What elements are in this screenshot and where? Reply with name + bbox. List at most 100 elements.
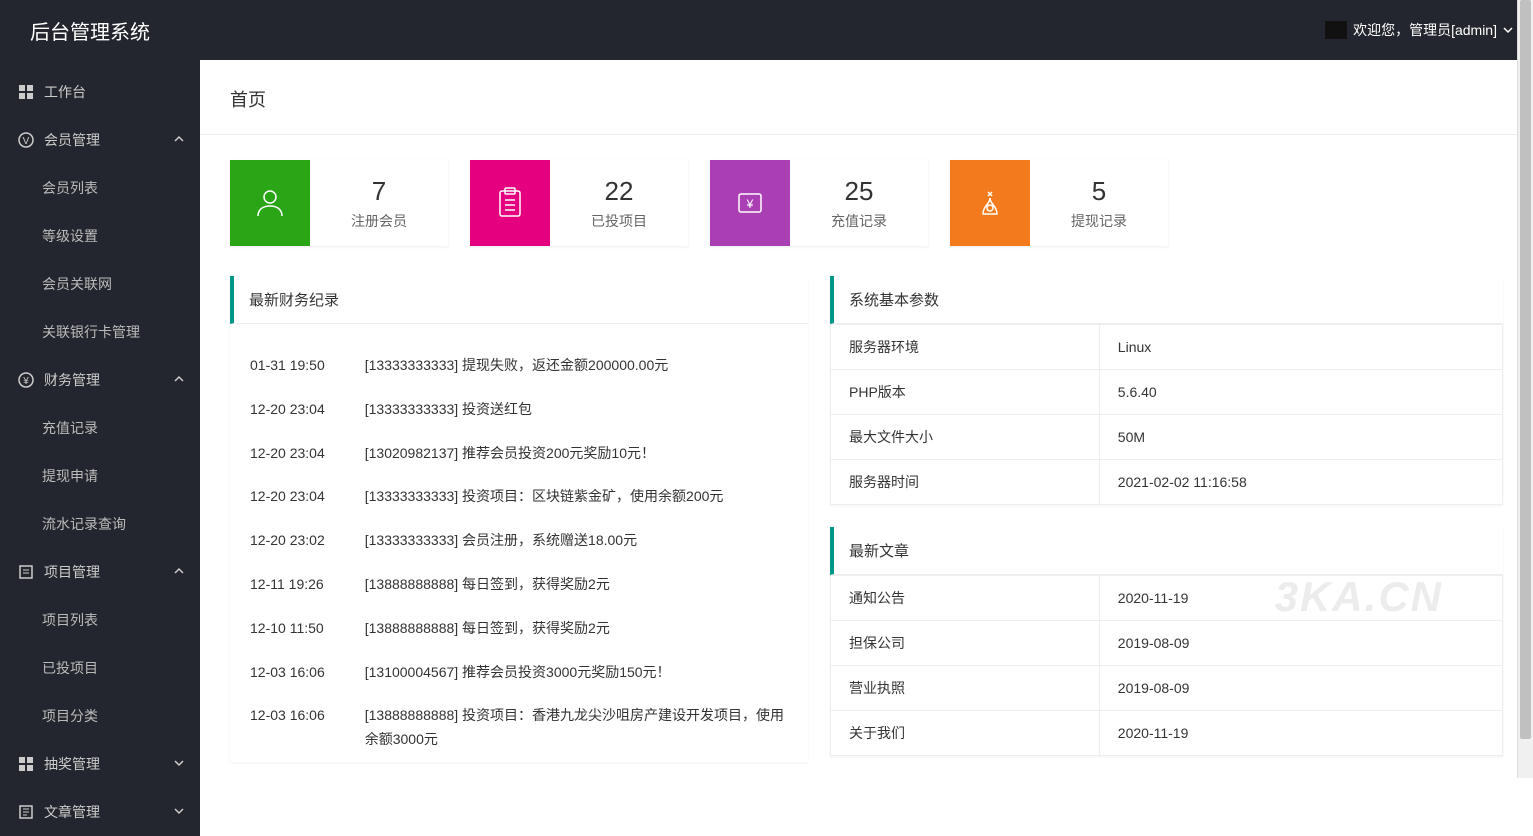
log-time: 12-20 23:02	[230, 519, 345, 563]
clipboard-icon	[493, 186, 527, 220]
stat-number: 25	[845, 176, 874, 207]
sidebar-item-finance[interactable]: ¥ 财务管理	[0, 356, 200, 404]
log-time: 12-20 23:04	[230, 388, 345, 432]
table-row: 01-31 19:50[13333333333] 提现失败，返还金额200000…	[230, 324, 808, 388]
panel-title: 最新财务纪录	[230, 276, 808, 324]
stat-card-withdraw[interactable]: 5 提现记录	[950, 160, 1168, 246]
stat-number: 5	[1092, 176, 1106, 207]
sidebar-subitem-bankcard[interactable]: 关联银行卡管理	[0, 308, 200, 356]
table-row: 12-10 11:50[13888888888] 每日签到，获得奖励2元	[230, 607, 808, 651]
table-row: 12-20 23:02[13333333333] 会员注册，系统赠送18.00元	[230, 519, 808, 563]
sidebar-subitem-member-network[interactable]: 会员关联网	[0, 260, 200, 308]
table-row[interactable]: 关于我们2020-11-19	[831, 711, 1503, 756]
info-value: 5.6.40	[1099, 370, 1502, 415]
sidebar-subitem-project-category[interactable]: 项目分类	[0, 692, 200, 740]
sidebar-subitem-recharge[interactable]: 充值记录	[0, 404, 200, 452]
article-date: 2020-11-19	[1099, 711, 1502, 756]
chevron-up-icon	[173, 373, 185, 385]
stat-number: 7	[372, 176, 386, 207]
info-key: 最大文件大小	[831, 415, 1100, 460]
sidebar-subitem-project-list[interactable]: 项目列表	[0, 596, 200, 644]
chevron-up-icon	[173, 133, 185, 145]
sidebar-item-dashboard[interactable]: 工作台	[0, 68, 200, 116]
sidebar-item-project[interactable]: 项目管理	[0, 548, 200, 596]
chevron-down-icon	[1503, 25, 1513, 35]
stat-card-members[interactable]: 7 注册会员	[230, 160, 448, 246]
sidebar-subitem-invested[interactable]: 已投项目	[0, 644, 200, 692]
sidebar-item-member[interactable]: V 会员管理	[0, 116, 200, 164]
sidebar-item-article[interactable]: 文章管理	[0, 788, 200, 836]
article-date: 2020-11-19	[1099, 576, 1502, 621]
log-desc: [13888888888] 投资项目：香港九龙尖沙咀房产建设开发项目，使用余额3…	[345, 694, 808, 762]
stat-card-recharge[interactable]: ¥ 25充值记录	[710, 160, 928, 246]
log-desc: [13333333333] 会员注册，系统赠送18.00元	[345, 519, 808, 563]
table-row: 12-11 19:26[13888888888] 每日签到，获得奖励2元	[230, 563, 808, 607]
table-row[interactable]: 营业执照2019-08-09	[831, 666, 1503, 711]
sidebar-subitem-withdraw[interactable]: 提现申请	[0, 452, 200, 500]
main-content: 首页 7 注册会员 22 已投项目 ¥ 25充值记录 5 提现记录	[200, 60, 1533, 836]
sidebar-item-label: 工作台	[44, 82, 86, 102]
table-row: 12-20 23:04[13020982137] 推荐会员投资200元奖励10元…	[230, 432, 808, 476]
welcome-text: 欢迎您，管理员[admin]	[1353, 20, 1497, 40]
info-value: 50M	[1099, 415, 1502, 460]
withdraw-icon	[973, 186, 1007, 220]
scrollbar-thumb[interactable]	[1520, 0, 1531, 739]
project-icon	[18, 564, 34, 580]
recharge-icon: ¥	[733, 186, 767, 220]
avatar	[1325, 21, 1347, 39]
stat-label: 注册会员	[351, 211, 407, 231]
member-icon: V	[18, 132, 34, 148]
sidebar-item-lottery[interactable]: 抽奖管理	[0, 740, 200, 788]
article-date: 2019-08-09	[1099, 666, 1502, 711]
sidebar-subitem-flow[interactable]: 流水记录查询	[0, 500, 200, 548]
log-desc: [13888888888] 每日签到，获得奖励2元	[345, 607, 808, 651]
scrollbar[interactable]	[1517, 0, 1533, 778]
articles-table: 通知公告2020-11-19担保公司2019-08-09营业执照2019-08-…	[830, 575, 1503, 756]
table-row: 12-20 23:04[13333333333] 投资送红包	[230, 388, 808, 432]
user-menu[interactable]: 欢迎您，管理员[admin]	[1325, 20, 1513, 40]
table-row: 服务器环境Linux	[831, 325, 1503, 370]
svg-text:¥: ¥	[746, 197, 754, 211]
info-key: 服务器环境	[831, 325, 1100, 370]
table-row[interactable]: 担保公司2019-08-09	[831, 621, 1503, 666]
chevron-up-icon	[173, 565, 185, 577]
table-row: PHP版本5.6.40	[831, 370, 1503, 415]
breadcrumb: 首页	[200, 60, 1533, 135]
finance-icon: ¥	[18, 372, 34, 388]
article-title: 关于我们	[831, 711, 1100, 756]
dashboard-icon	[18, 84, 34, 100]
stat-number: 22	[605, 176, 634, 207]
table-row[interactable]: 通知公告2020-11-19	[831, 576, 1503, 621]
article-date: 2019-08-09	[1099, 621, 1502, 666]
stat-label: 已投项目	[591, 211, 647, 231]
article-icon	[18, 804, 34, 820]
stat-card-projects[interactable]: 22 已投项目	[470, 160, 688, 246]
sysinfo-table: 服务器环境LinuxPHP版本5.6.40最大文件大小50M服务器时间2021-…	[830, 324, 1503, 505]
table-row: 12-03 16:06[13888888888] 投资项目：香港九龙尖沙咀房产建…	[230, 694, 808, 762]
log-desc: [13100004567] 推荐会员投资3000元奖励150元！	[345, 651, 808, 695]
panel-latest-articles: 最新文章 3KA.CN 通知公告2020-11-19担保公司2019-08-09…	[830, 527, 1503, 756]
app-title: 后台管理系统	[30, 16, 150, 45]
log-time: 12-11 19:26	[230, 563, 345, 607]
user-icon	[253, 186, 287, 220]
lottery-icon	[18, 756, 34, 772]
sidebar-item-label: 会员管理	[44, 130, 100, 150]
log-desc: [13020982137] 推荐会员投资200元奖励10元！	[345, 432, 808, 476]
top-header: 后台管理系统 欢迎您，管理员[admin]	[0, 0, 1533, 60]
info-key: 服务器时间	[831, 460, 1100, 505]
log-time: 12-10 11:50	[230, 607, 345, 651]
info-key: PHP版本	[831, 370, 1100, 415]
log-time: 12-03 16:06	[230, 694, 345, 762]
svg-text:V: V	[23, 136, 30, 147]
table-row: 最大文件大小50M	[831, 415, 1503, 460]
table-row: 服务器时间2021-02-02 11:16:58	[831, 460, 1503, 505]
sidebar-item-label: 文章管理	[44, 802, 100, 822]
sidebar: 工作台 V 会员管理 会员列表 等级设置 会员关联网 关联银行卡管理 ¥ 财务管…	[0, 60, 200, 836]
stat-label: 提现记录	[1071, 211, 1127, 231]
sidebar-subitem-member-list[interactable]: 会员列表	[0, 164, 200, 212]
log-desc: [13333333333] 提现失败，返还金额200000.00元	[345, 324, 808, 388]
log-time: 12-20 23:04	[230, 432, 345, 476]
chevron-down-icon	[173, 757, 185, 769]
sidebar-item-label: 项目管理	[44, 562, 100, 582]
sidebar-subitem-level-settings[interactable]: 等级设置	[0, 212, 200, 260]
